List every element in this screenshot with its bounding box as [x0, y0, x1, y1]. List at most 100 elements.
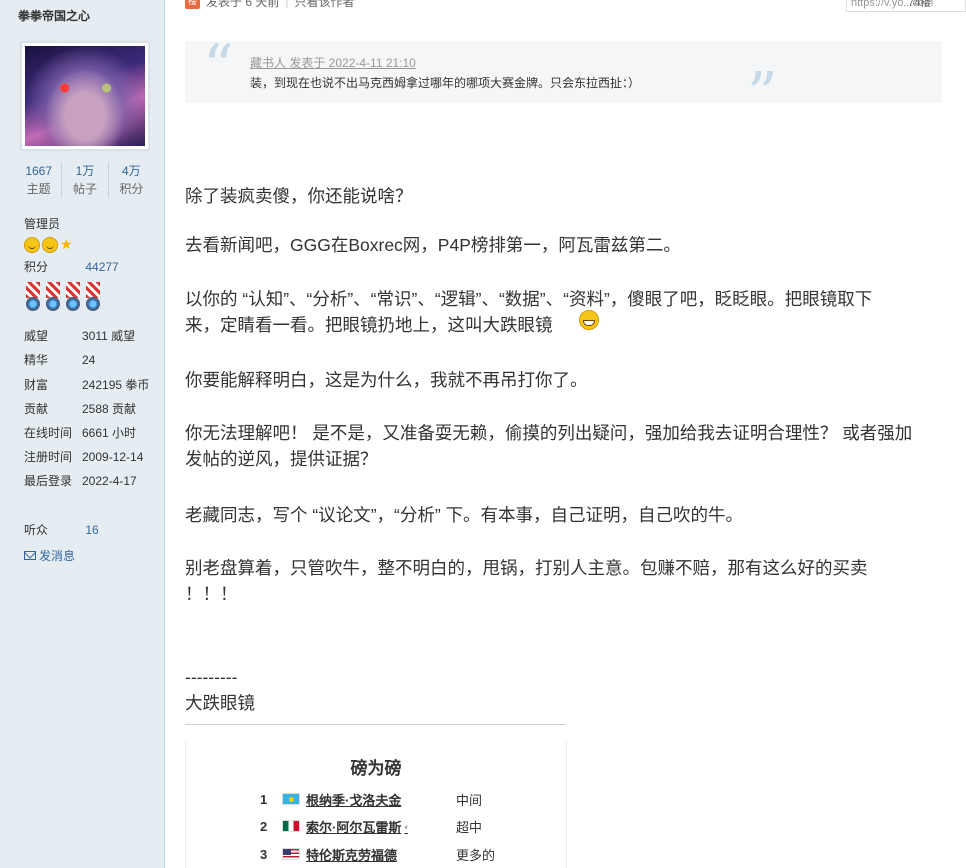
post-paragraph: 别老盘算着，只管吹牛，整不明白的，甩锅，打别人主意。包赚不赔，那有这么好的买卖 … — [185, 555, 945, 607]
user-group[interactable]: 管理员 — [24, 215, 60, 232]
close-quote-icon: ” — [747, 60, 778, 130]
info-row: 最后登录 2022-4-17 — [24, 472, 137, 490]
send-message-label: 发消息 — [39, 549, 76, 563]
stat-topics[interactable]: 1667 主题 — [16, 162, 63, 198]
ranking-title: 磅为磅 — [350, 759, 402, 778]
grin-emoji-icon — [578, 310, 599, 331]
info-value: 24 — [82, 353, 96, 367]
info-row: 财富 242195 拳币 — [24, 376, 149, 394]
quote-body: 装，到现在也说不出马克西姆拿过哪年的哪项大赛金牌。只会东拉西扯：） — [250, 76, 641, 90]
info-row: 在线时间 6661 小时 — [24, 424, 136, 442]
rank-number: 2 — [260, 818, 268, 834]
info-key: 听众 — [24, 523, 49, 537]
stat-value: 1667 — [25, 164, 53, 178]
quote-header[interactable]: 藏书人 发表于 2022-4-11 21:10 — [250, 54, 416, 71]
weight-class: 中间 — [456, 792, 483, 808]
star-icon: ★ — [60, 236, 73, 252]
post-paragraph: 除了装疯卖傻，你还能说啥？ — [185, 186, 413, 206]
smile-icon — [24, 237, 40, 253]
mexico-flag-icon — [282, 820, 300, 832]
boxer-note: * — [404, 823, 408, 834]
post-meta: 楼 发表于 6 天前 | 只看该作者 — [185, 0, 354, 10]
avatar-image — [25, 46, 145, 146]
stat-label: 积分 — [119, 182, 144, 196]
rank-icons: ★ — [24, 237, 73, 253]
user-stats: 1667 主题 1万 帖子 4万 积分 — [16, 162, 154, 198]
rank-number: 1 — [260, 791, 268, 807]
boxer-name: 索尔·阿尔瓦雷斯 — [306, 819, 402, 835]
info-key: 精华 — [24, 353, 49, 367]
post-paragraph: 以你的 “认知”、“分析”、“常识”、“逻辑”、“数据”、“资料”，傻眼了吧，眨… — [185, 286, 945, 338]
post-paragraph: 你要能解释明白，这是为什么，我就不再吊打你了。 — [185, 370, 588, 390]
signature-divider — [185, 724, 565, 725]
stat-value: 1万 — [75, 164, 95, 178]
audience-row: 听众 16 — [24, 521, 99, 539]
post-line: 你无法理解吧！ 是不是，又准备耍无赖，偷摸的列出疑问，强加给我去证明合理性？ 或… — [185, 423, 913, 443]
info-value: 6661 小时 — [82, 426, 137, 440]
smile-icon — [42, 237, 58, 253]
ranking-row: 1 根纳季·戈洛夫金 中间 — [260, 790, 482, 808]
kazakhstan-flag-icon — [282, 793, 300, 805]
post-line: 别老盘算着，只管吹牛，整不明白的，甩锅，打别人主意。包赚不赔，那有这么好的买卖 — [185, 558, 868, 578]
info-key: 财富 — [24, 378, 49, 392]
post-line: 发帖的逆风，提供证据？ — [185, 449, 378, 469]
info-value: 2009-12-14 — [82, 450, 144, 464]
author-icon: 楼 — [185, 0, 200, 9]
info-key: 威望 — [24, 329, 49, 343]
boxer-name-link[interactable]: 特伦斯克劳福德 — [306, 845, 456, 864]
signature-divider-text: --------- — [185, 667, 238, 687]
signature: 大跌眼镜 — [185, 693, 255, 713]
stat-posts[interactable]: 1万 帖子 — [62, 162, 109, 198]
boxer-name-link[interactable]: 根纳季·戈洛夫金 — [306, 790, 456, 809]
info-key: 贡献 — [24, 402, 49, 416]
info-key: 积分 — [24, 260, 49, 274]
username[interactable]: 拳拳帝国之心 — [18, 7, 90, 24]
stat-value: 4万 — [121, 164, 141, 178]
post-paragraph: 你无法理解吧！ 是不是，又准备耍无赖，偷摸的列出疑问，强加给我去证明合理性？ 或… — [185, 420, 945, 472]
medal-icon[interactable] — [24, 282, 42, 316]
ranking-row: 3 特伦斯克劳福德 更多的 — [260, 845, 495, 863]
avatar[interactable] — [21, 42, 149, 150]
url-tooltip: https://v.yo...com — [846, 0, 966, 12]
info-value: 44277 — [85, 260, 119, 274]
points-row: 积分 44277 — [24, 258, 119, 276]
info-row: 注册时间 2009-12-14 — [24, 448, 143, 466]
floor-number[interactable]: 74楼 — [908, 0, 931, 10]
stat-label: 帖子 — [72, 182, 97, 196]
info-key: 最后登录 — [24, 474, 73, 488]
weight-class: 更多的 — [456, 847, 496, 863]
medal-icon[interactable] — [64, 282, 82, 316]
post-line: 以你的 “认知”、“分析”、“常识”、“逻辑”、“数据”、“资料”，傻眼了吧，眨… — [185, 289, 873, 309]
post-line: 来，定睛看一看。把眼镜扔地上，这叫大跌眼镜 — [185, 310, 945, 338]
info-key: 在线时间 — [24, 426, 73, 440]
separator: | — [285, 0, 289, 9]
boxer-name-link[interactable]: 索尔·阿尔瓦雷斯 * — [306, 817, 456, 836]
author-only-link[interactable]: 只看该作者 — [294, 0, 354, 10]
envelope-icon — [24, 551, 36, 560]
post-paragraph: 老藏同志，写个 “议论文”，“分析” 下。有本事，自己证明，自己吹的牛。 — [185, 505, 744, 525]
medal-icon[interactable] — [84, 282, 102, 316]
info-value: 3011 威望 — [82, 329, 136, 343]
boxer-name: 特伦斯克劳福德 — [306, 847, 398, 863]
boxer-name: 根纳季·戈洛夫金 — [306, 792, 402, 808]
ranking-widget: 磅为磅 1 根纳季·戈洛夫金 中间 2 索尔·阿尔瓦雷斯 * 超中 3 特伦斯克劳… — [185, 740, 567, 868]
usa-flag-icon — [282, 848, 300, 860]
post-time: 发表于 6 天前 — [206, 0, 280, 9]
post-line: ！！！ — [185, 584, 238, 604]
info-value: 242195 拳币 — [82, 378, 150, 392]
stat-points[interactable]: 4万 积分 — [109, 162, 154, 198]
ranking-row: 2 索尔·阿尔瓦雷斯 * 超中 — [260, 817, 482, 835]
weight-class: 超中 — [456, 819, 483, 835]
medals — [24, 282, 102, 316]
medal-icon[interactable] — [44, 282, 62, 316]
stat-label: 主题 — [26, 182, 51, 196]
post-text: 来，定睛看一看。把眼镜扔地上，这叫大跌眼镜 — [185, 315, 553, 335]
audience-count[interactable]: 16 — [85, 523, 98, 537]
send-message-link[interactable]: 发消息 — [24, 547, 75, 564]
info-row: 威望 3011 威望 — [24, 327, 135, 345]
info-value: 2022-4-17 — [82, 474, 137, 488]
info-key: 注册时间 — [24, 450, 73, 464]
rank-number: 3 — [260, 846, 268, 862]
author-sidebar: 拳拳帝国之心 1667 主题 1万 帖子 4万 积分 管理员 ★ 积分 4427… — [0, 0, 165, 868]
open-quote-icon: “ — [203, 32, 234, 102]
